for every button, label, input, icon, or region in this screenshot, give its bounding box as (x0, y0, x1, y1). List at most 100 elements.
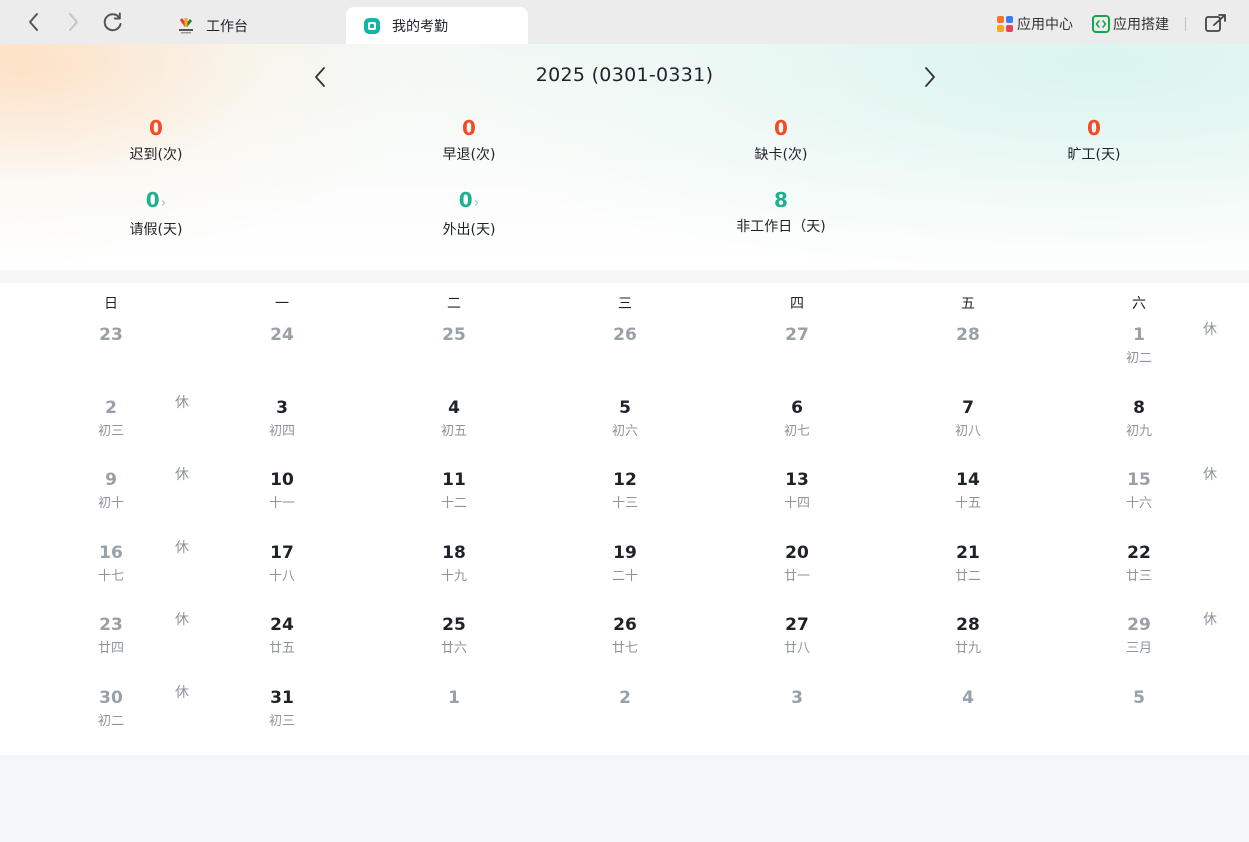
refresh-button[interactable] (102, 11, 124, 33)
back-button[interactable] (23, 11, 45, 33)
stat-value: 0 (462, 116, 476, 140)
calendar-day[interactable]: 15 十六 (1099, 470, 1179, 512)
lunar-date: 十七 (97, 569, 124, 584)
calendar-day[interactable]: 1 (414, 688, 494, 708)
calendar-day[interactable]: 14 十五 (928, 470, 1008, 512)
calendar-day[interactable]: 25 廿六 (414, 615, 494, 657)
forward-button[interactable] (62, 11, 84, 33)
calendar-day[interactable]: 19 二十 (585, 543, 665, 585)
calendar-day[interactable]: 26 (585, 325, 665, 345)
attendance-icon (363, 17, 381, 35)
calendar-day[interactable]: 4 初五 (414, 398, 494, 440)
calendar-day[interactable]: 9 初十 (71, 470, 151, 512)
calendar-day[interactable]: 3 (757, 688, 837, 708)
calendar-day[interactable]: 20 廿一 (757, 543, 837, 585)
lunar-date: 廿三 (1125, 569, 1152, 584)
day-number: 10 (270, 470, 294, 490)
day-number: 2 (105, 398, 117, 418)
calendar-day[interactable]: 27 (757, 325, 837, 345)
calendar-day[interactable]: 29 三月 (1099, 615, 1179, 657)
chevron-left-icon (29, 13, 38, 31)
calendar-day[interactable]: 27 廿八 (757, 615, 837, 657)
calendar-day[interactable]: 1 初二 (1099, 325, 1179, 367)
calendar-day[interactable]: 3 初四 (242, 398, 322, 440)
stat-out[interactable]: 0› 外出(天) (389, 188, 549, 239)
calendar-day[interactable]: 28 (928, 325, 1008, 345)
calendar-day[interactable]: 11 十二 (414, 470, 494, 512)
chevron-right-icon: › (473, 195, 480, 211)
top-bar: 工作台 我的考勤 应用中心 应用搭建 (0, 0, 1249, 44)
weekday-thu: 四 (790, 296, 804, 312)
calendar-day[interactable]: 22 廿三 (1099, 543, 1179, 585)
calendar-day[interactable]: 8 初九 (1099, 398, 1179, 440)
open-external-button[interactable] (1205, 14, 1230, 34)
stat-missing-card[interactable]: 0 缺卡(次) (701, 116, 861, 164)
lunar-date: 廿二 (954, 569, 981, 584)
calendar-day[interactable]: 24 廿五 (242, 615, 322, 657)
day-number: 8 (1133, 398, 1145, 418)
calendar-day[interactable]: 7 初八 (928, 398, 1008, 440)
weekday-wed: 三 (618, 296, 632, 312)
stat-leave[interactable]: 0› 请假(天) (76, 188, 236, 239)
day-number: 30 (99, 688, 123, 708)
calendar-day[interactable]: 5 (1099, 688, 1179, 708)
calendar-day[interactable]: 5 初六 (585, 398, 665, 440)
calendar-day[interactable]: 28 廿九 (928, 615, 1008, 657)
calendar-day[interactable]: 26 廿七 (585, 615, 665, 657)
tab-label: 我的考勤 (392, 18, 448, 35)
rest-day-badge: 休 (175, 685, 189, 701)
day-number: 14 (956, 470, 980, 490)
day-number: 1 (1133, 325, 1145, 345)
calendar-day[interactable]: 18 十九 (414, 543, 494, 585)
day-number: 4 (448, 398, 460, 418)
app-builder-button[interactable]: 应用搭建 (1092, 14, 1169, 34)
day-number: 15 (1127, 470, 1151, 490)
day-number: 5 (1133, 688, 1145, 708)
stat-non-workday[interactable]: 8 非工作日（天) (701, 188, 861, 236)
stat-value: 0 (458, 188, 473, 212)
lunar-date: 初二 (1125, 351, 1152, 366)
calendar-day[interactable]: 13 十四 (757, 470, 837, 512)
calendar-day[interactable]: 10 十一 (242, 470, 322, 512)
tab-my-attendance[interactable]: 我的考勤 (346, 7, 528, 44)
next-period-button[interactable] (920, 66, 940, 88)
calendar-day[interactable]: 4 (928, 688, 1008, 708)
calendar-day[interactable]: 2 (585, 688, 665, 708)
stat-label: 早退(次) (442, 147, 496, 163)
rest-day-badge: 休 (175, 540, 189, 556)
day-number: 21 (956, 543, 980, 563)
calendar-day[interactable]: 12 十三 (585, 470, 665, 512)
calendar-day[interactable]: 23 廿四 (71, 615, 151, 657)
tab-workbench[interactable]: 工作台 (158, 7, 346, 44)
calendar-day[interactable]: 30 初二 (71, 688, 151, 730)
stat-early-leave[interactable]: 0 早退(次) (389, 116, 549, 164)
calendar-day[interactable]: 16 十七 (71, 543, 151, 585)
lunar-date: 十八 (268, 569, 295, 584)
calendar-day[interactable]: 25 (414, 325, 494, 345)
calendar-day[interactable]: 23 (71, 325, 151, 345)
day-number: 24 (270, 615, 294, 635)
lunar-date: 廿七 (611, 641, 638, 656)
stat-label: 旷工(天) (1067, 147, 1121, 163)
stat-value: 0 (774, 116, 788, 140)
calendar-day[interactable]: 21 廿二 (928, 543, 1008, 585)
lunar-date: 初十 (97, 496, 124, 511)
calendar-day[interactable]: 2 初三 (71, 398, 151, 440)
calendar-day[interactable]: 24 (242, 325, 322, 345)
weekday-mon: 一 (275, 296, 289, 312)
stat-absent[interactable]: 0 旷工(天) (1014, 116, 1174, 164)
calendar-day[interactable]: 31 初三 (242, 688, 322, 730)
calendar-day[interactable]: 6 初七 (757, 398, 837, 440)
day-number: 26 (613, 325, 637, 345)
lunar-date: 初五 (440, 424, 467, 439)
day-number: 27 (785, 615, 809, 635)
day-number: 13 (785, 470, 809, 490)
stat-late[interactable]: 0 迟到(次) (76, 116, 236, 164)
lunar-date: 廿八 (783, 641, 810, 656)
day-number: 11 (442, 470, 466, 490)
day-number: 25 (442, 325, 466, 345)
day-number: 28 (956, 325, 980, 345)
rest-day-badge: 休 (175, 467, 189, 483)
app-center-button[interactable]: 应用中心 (996, 14, 1073, 34)
calendar-day[interactable]: 17 十八 (242, 543, 322, 585)
